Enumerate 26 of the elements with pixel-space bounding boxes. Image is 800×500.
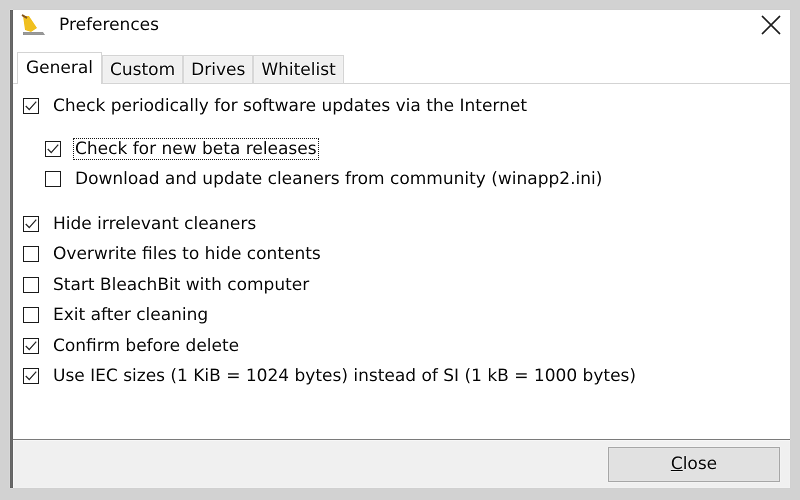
checkbox-label[interactable]: Overwrite files to hide contents xyxy=(51,243,323,266)
close-button[interactable]: Close xyxy=(608,446,780,482)
checkbox[interactable] xyxy=(23,216,39,232)
checkbox[interactable] xyxy=(45,171,61,188)
tab[interactable]: Custom xyxy=(102,55,184,83)
tab[interactable]: Whitelist xyxy=(253,55,344,83)
checkbox[interactable] xyxy=(23,276,39,293)
checkbox-label[interactable]: Use IEC sizes (1 KiB = 1024 bytes) instead of SI (1 kB = 1000 bytes) xyxy=(51,365,638,388)
checkbox-label[interactable]: Start BleachBit with computer xyxy=(51,274,312,296)
tab[interactable]: Drives xyxy=(183,55,254,83)
checkbox[interactable] xyxy=(23,307,39,324)
checkbox[interactable] xyxy=(45,140,61,157)
checkbox-label[interactable]: Check for new beta releases xyxy=(73,138,319,160)
checkbox-label[interactable]: Exit after cleaning xyxy=(51,304,210,326)
close-icon[interactable] xyxy=(760,14,782,36)
checkbox-label[interactable]: Hide irrelevant cleaners xyxy=(51,212,258,235)
checkbox[interactable] xyxy=(23,338,39,354)
checkbox-label[interactable]: Download and update cleaners from community (winapp2.ini) xyxy=(73,168,604,190)
checkbox-label[interactable]: Confirm before delete xyxy=(51,334,242,357)
checkbox[interactable] xyxy=(23,368,39,384)
checkbox[interactable] xyxy=(23,246,39,262)
checkbox[interactable] xyxy=(23,98,39,114)
tab[interactable]: General xyxy=(17,52,102,84)
window-title: Preferences xyxy=(59,15,159,35)
broom-icon xyxy=(21,14,47,36)
checkbox-label[interactable]: Check periodically for software updates via the Internet xyxy=(51,95,530,118)
